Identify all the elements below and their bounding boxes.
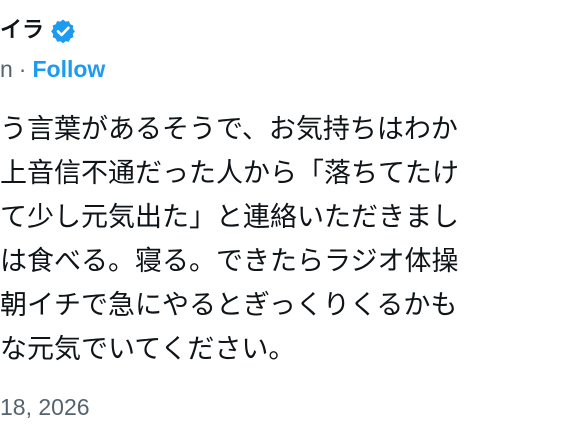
- author-handle[interactable]: n: [0, 56, 13, 83]
- separator-dot: ·: [18, 55, 27, 82]
- author-name-row: イラ: [0, 16, 76, 46]
- author-name[interactable]: イラ: [0, 16, 44, 46]
- author-meta-row: n · Follow: [0, 54, 105, 84]
- post-line: 朝イチで急にやるとぎっくりくるかも: [0, 290, 458, 321]
- post-line: は食べる。寝る。できたらラジオ体操: [0, 246, 459, 277]
- verified-badge-icon: [50, 18, 76, 44]
- post-text: う言葉があるそうで、お気持ちはわか 上音信不通だった人から「落ちてたけ て少し元…: [0, 108, 576, 372]
- post-line: 上音信不通だった人から「落ちてたけ: [0, 158, 459, 189]
- post-line: て少し元気出た」と連絡いただきまし: [0, 202, 459, 233]
- follow-button[interactable]: Follow: [32, 56, 105, 83]
- post-line: な元気でいてください。: [0, 334, 296, 365]
- post-line: う言葉があるそうで、お気持ちはわか: [0, 114, 458, 145]
- post-timestamp[interactable]: 18, 2026: [0, 390, 90, 424]
